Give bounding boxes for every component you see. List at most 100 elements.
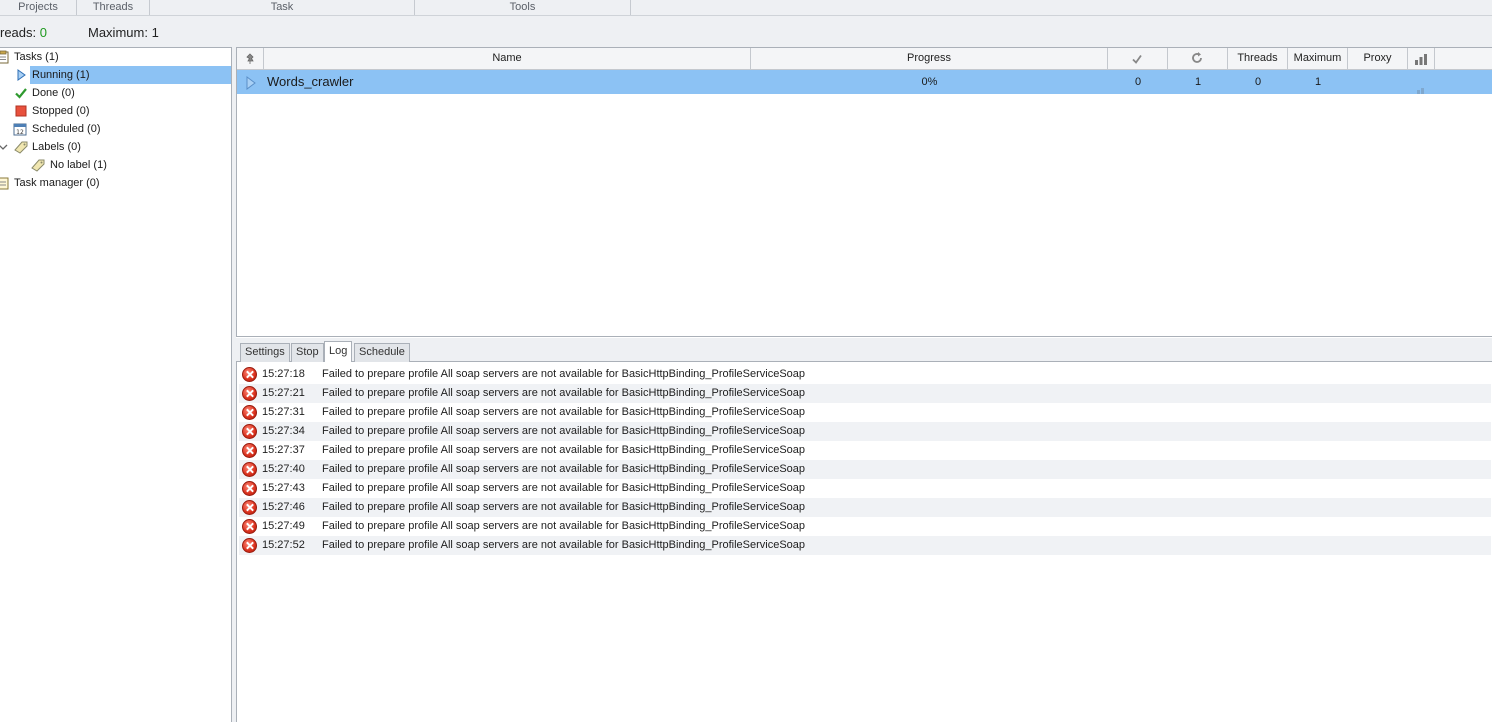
column-threads[interactable]: Threads	[1228, 48, 1288, 69]
ribbon-bar: Projects Threads Task Tools	[0, 0, 1492, 16]
ribbon-group-tools[interactable]: Tools	[415, 0, 631, 15]
task-stats-cell	[1408, 70, 1435, 94]
log-row[interactable]: 15:27:37 Failed to prepare profile All s…	[239, 441, 1491, 460]
error-icon	[242, 500, 257, 515]
ribbon-group-task[interactable]: Task	[150, 0, 415, 15]
maximum-stat: Maximum: 1	[88, 25, 159, 40]
tree-item-no-label[interactable]: No label (1)	[30, 156, 231, 174]
tab-stop[interactable]: Stop	[291, 343, 324, 362]
tree-item-scheduled[interactable]: 12 Scheduled (0)	[13, 120, 231, 138]
tree-item-stopped[interactable]: Stopped (0)	[15, 102, 231, 120]
log-message: Failed to prepare profile All soap serve…	[322, 501, 806, 513]
grid-header: Name Progress Threads Maximum Proxy	[237, 48, 1492, 70]
tree-label-running: Running (1)	[32, 69, 90, 81]
log-time: 15:27:52	[262, 539, 305, 551]
tag-icon	[13, 140, 28, 154]
error-icon	[242, 386, 257, 401]
status-bar: reads: 0 Maximum: 1	[0, 16, 1492, 47]
threads-stat-label: reads:	[0, 25, 37, 40]
log-panel: 15:27:18 Failed to prepare profile All s…	[236, 362, 1492, 722]
error-icon	[242, 481, 257, 496]
tab-log[interactable]: Log	[324, 341, 353, 362]
error-icon	[242, 405, 257, 420]
task-success-cell: 0	[1134, 76, 1142, 88]
threads-stat-value: 0	[39, 25, 47, 40]
log-time: 15:27:34	[262, 425, 305, 437]
play-icon	[245, 75, 257, 99]
tree-label-done: Done (0)	[32, 87, 75, 99]
column-stats[interactable]	[1408, 48, 1435, 69]
log-message: Failed to prepare profile All soap serve…	[322, 368, 806, 380]
threads-stat: reads: 0	[0, 25, 47, 40]
row-state-cell	[237, 70, 264, 94]
log-time: 15:27:21	[262, 387, 305, 399]
tree-item-done[interactable]: Done (0)	[15, 84, 231, 102]
tree-label-no-label: No label (1)	[50, 159, 107, 171]
task-repeat-cell: 1	[1194, 76, 1202, 88]
log-time: 15:27:37	[262, 444, 305, 456]
chevron-down-icon[interactable]	[0, 140, 12, 154]
clipboard-icon	[0, 50, 10, 64]
error-icon	[242, 367, 257, 382]
log-row[interactable]: 15:27:43 Failed to prepare profile All s…	[239, 479, 1491, 498]
tree-item-tasks[interactable]: Tasks (1)	[0, 48, 231, 66]
log-row[interactable]: 15:27:34 Failed to prepare profile All s…	[239, 422, 1491, 441]
ribbon-group-threads[interactable]: Threads	[77, 0, 150, 15]
play-icon	[14, 68, 28, 82]
checkmark-icon	[14, 86, 28, 100]
log-message: Failed to prepare profile All soap serve…	[322, 520, 806, 532]
error-icon	[242, 519, 257, 534]
log-row[interactable]: 15:27:49 Failed to prepare profile All s…	[239, 517, 1491, 536]
maximum-stat-label: Maximum:	[88, 25, 148, 40]
task-manager-icon	[0, 176, 10, 190]
log-message: Failed to prepare profile All soap serve…	[322, 463, 806, 475]
column-name[interactable]: Name	[264, 48, 751, 69]
bar-chart-icon	[1416, 79, 1426, 103]
tree-label-tasks: Tasks (1)	[14, 51, 59, 63]
log-row[interactable]: 15:27:18 Failed to prepare profile All s…	[239, 365, 1491, 384]
calendar-icon: 12	[13, 122, 27, 136]
log-row[interactable]: 15:27:52 Failed to prepare profile All s…	[239, 536, 1491, 555]
tree-item-labels[interactable]: Labels (0)	[0, 138, 231, 156]
tree-item-task-manager[interactable]: Task manager (0)	[0, 174, 231, 192]
stop-icon	[14, 104, 28, 118]
column-proxy[interactable]: Proxy	[1348, 48, 1408, 69]
log-time: 15:27:18	[262, 368, 305, 380]
tab-schedule[interactable]: Schedule	[354, 343, 410, 362]
tab-settings[interactable]: Settings	[240, 343, 290, 362]
log-row[interactable]: 15:27:40 Failed to prepare profile All s…	[239, 460, 1491, 479]
error-icon	[242, 462, 257, 477]
column-success[interactable]	[1108, 48, 1168, 69]
log-time: 15:27:40	[262, 463, 305, 475]
log-row[interactable]: 15:27:31 Failed to prepare profile All s…	[239, 403, 1491, 422]
log-row[interactable]: 15:27:46 Failed to prepare profile All s…	[239, 498, 1491, 517]
task-name-cell: Words_crawler	[267, 74, 354, 89]
log-message: Failed to prepare profile All soap serve…	[322, 444, 806, 456]
log-time: 15:27:46	[262, 501, 305, 513]
error-icon	[242, 424, 257, 439]
column-repeat[interactable]	[1168, 48, 1228, 69]
task-threads-cell: 0	[1254, 76, 1262, 88]
column-progress[interactable]: Progress	[751, 48, 1108, 69]
task-proxy-cell	[1348, 70, 1408, 94]
maximum-stat-value: 1	[151, 25, 159, 40]
detail-tabs: Settings Stop Log Schedule	[236, 338, 1492, 362]
log-message: Failed to prepare profile All soap serve…	[322, 539, 806, 551]
svg-text:12: 12	[16, 129, 24, 136]
tree-label-scheduled: Scheduled (0)	[32, 123, 101, 135]
task-progress-cell: 0%	[921, 76, 938, 88]
tree-label-labels: Labels (0)	[32, 141, 81, 153]
log-row[interactable]: 15:27:21 Failed to prepare profile All s…	[239, 384, 1491, 403]
column-pin[interactable]	[237, 48, 264, 69]
table-row[interactable]: Words_crawler 0% 0 1 0 1	[237, 70, 1492, 94]
tag-icon	[30, 158, 45, 172]
tree-label-stopped: Stopped (0)	[32, 105, 90, 117]
log-time: 15:27:31	[262, 406, 305, 418]
tree-item-running[interactable]: Running (1)	[17, 66, 231, 84]
ribbon-group-projects[interactable]: Projects	[0, 0, 77, 15]
task-grid: Name Progress Threads Maximum Proxy Word…	[236, 47, 1492, 337]
task-maximum-cell: 1	[1314, 76, 1322, 88]
column-maximum[interactable]: Maximum	[1288, 48, 1348, 69]
log-message: Failed to prepare profile All soap serve…	[322, 406, 806, 418]
log-time: 15:27:49	[262, 520, 305, 532]
